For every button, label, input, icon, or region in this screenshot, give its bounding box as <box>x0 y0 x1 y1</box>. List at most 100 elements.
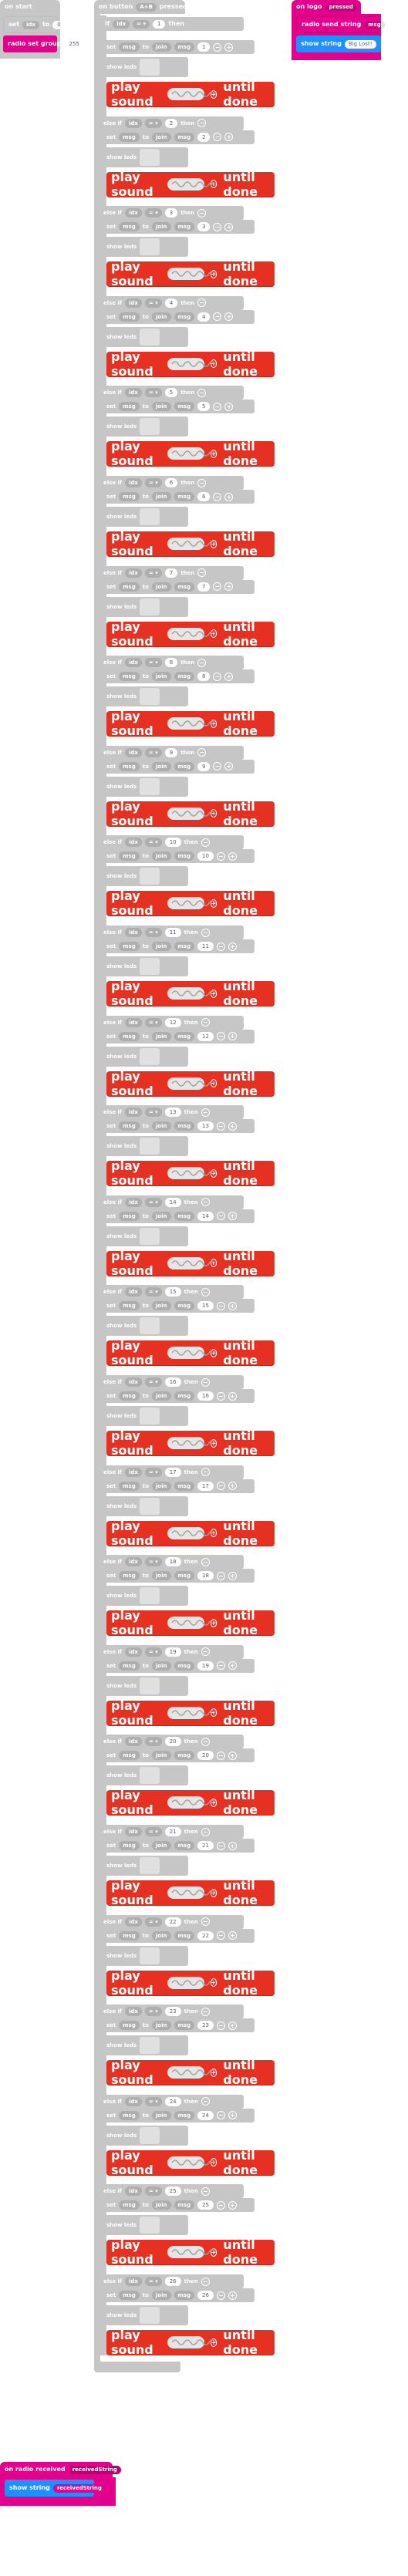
else-if-row[interactable]: else if idx = ▾ 5 then − <box>100 386 244 400</box>
join-value[interactable]: 23 <box>197 2021 214 2031</box>
else-if-row[interactable]: else if idx = ▾ 6 then − <box>100 476 244 490</box>
join-block[interactable]: join <box>151 1661 171 1671</box>
led-grid-icon[interactable] <box>140 1677 160 1694</box>
else-if-value[interactable]: 14 <box>164 1197 181 1207</box>
remove-icon[interactable]: − <box>201 1287 210 1296</box>
join-value[interactable]: 22 <box>197 1930 214 1940</box>
join-value[interactable]: 17 <box>197 1481 214 1491</box>
else-if-value[interactable]: 10 <box>164 838 181 848</box>
until-done-dropdown[interactable]: until done <box>223 1069 270 1098</box>
remove-icon[interactable]: − <box>197 388 207 397</box>
remove-icon[interactable]: − <box>216 2200 225 2210</box>
join-value[interactable]: 10 <box>197 851 214 861</box>
show-leds-row[interactable]: show leds <box>103 596 188 617</box>
set-msg-row[interactable]: set msg to join msg 23 − + <box>103 2018 255 2033</box>
sound-wave-icon[interactable] <box>167 2066 216 2079</box>
button-dropdown[interactable]: A+B <box>136 2 157 12</box>
op-dropdown[interactable]: = ▾ <box>133 19 150 29</box>
play-sound-block[interactable]: play sound + until done <box>106 2237 275 2267</box>
idx-var[interactable]: idx <box>124 2187 142 2197</box>
led-grid-icon[interactable] <box>140 1138 160 1155</box>
op-dropdown[interactable]: = ▾ <box>144 928 162 937</box>
else-if-value[interactable]: 16 <box>164 1377 181 1387</box>
sound-wave-icon[interactable] <box>167 1617 216 1630</box>
idx-var[interactable]: idx <box>124 2007 142 2017</box>
else-if-value[interactable]: 3 <box>164 208 178 218</box>
idx-var[interactable]: idx <box>124 118 142 128</box>
msg-var[interactable]: msg <box>119 1301 140 1311</box>
show-string-received-statement[interactable]: show string receivedString <box>5 2480 106 2497</box>
add-icon[interactable]: + <box>228 851 237 861</box>
op-dropdown[interactable]: = ▾ <box>144 1917 162 1927</box>
play-sound-block[interactable]: play sound + until done <box>106 1428 275 1458</box>
sound-wave-icon[interactable] <box>167 2156 216 2169</box>
else-if-value[interactable]: 13 <box>164 1108 181 1118</box>
idx-var[interactable]: idx <box>124 747 142 757</box>
led-grid-icon[interactable] <box>140 688 160 706</box>
remove-icon[interactable]: − <box>213 492 222 501</box>
led-grid-icon[interactable] <box>140 2126 160 2144</box>
sound-wave-icon[interactable] <box>167 1526 216 1539</box>
play-sound-block[interactable]: play sound + until done <box>106 1069 275 1098</box>
else-if-row[interactable]: else if idx = ▾ 11 then − <box>100 926 244 939</box>
led-grid-icon[interactable] <box>140 1947 160 1964</box>
set-msg-row[interactable]: set msg to join msg 14 − + <box>103 1209 255 1223</box>
join-value[interactable]: 7 <box>197 582 211 592</box>
show-leds-row[interactable]: show leds <box>103 1136 188 1157</box>
set-msg-row[interactable]: set msg to join msg 20 − + <box>103 1748 255 1763</box>
idx-var[interactable]: idx <box>124 478 142 487</box>
until-done-dropdown[interactable]: until done <box>223 1158 270 1188</box>
else-if-value[interactable]: 7 <box>164 568 178 578</box>
led-grid-icon[interactable] <box>140 1317 160 1335</box>
play-sound-block[interactable]: play sound + until done <box>106 1788 275 1817</box>
msg-var[interactable]: msg <box>119 402 140 412</box>
msg-var[interactable]: msg <box>174 1391 194 1401</box>
else-if-row[interactable]: else if idx = ▾ 17 then − <box>100 1465 244 1479</box>
idx-var[interactable]: idx <box>124 1827 142 1836</box>
idx-var[interactable]: idx <box>124 1017 142 1027</box>
idx-var[interactable]: idx <box>124 298 142 308</box>
join-value[interactable]: 25 <box>197 2200 214 2210</box>
else-if-row[interactable]: else if idx = ▾ 21 then − <box>100 1825 244 1839</box>
remove-icon[interactable]: − <box>216 1301 225 1310</box>
set-msg-row[interactable]: set msg to join msg 18 − + <box>103 1569 255 1583</box>
join-block[interactable]: join <box>151 851 171 861</box>
until-done-dropdown[interactable]: until done <box>223 619 270 649</box>
else-if-row[interactable]: else if idx = ▾ 15 then − <box>100 1285 244 1300</box>
join-block[interactable]: join <box>151 942 171 951</box>
msg-var[interactable]: msg <box>174 2291 194 2300</box>
remove-icon[interactable]: − <box>197 748 207 757</box>
join-block[interactable]: join <box>151 1841 171 1850</box>
join-block[interactable]: join <box>151 132 171 142</box>
msg-var[interactable]: msg <box>174 851 194 861</box>
sound-wave-icon[interactable] <box>167 1256 216 1269</box>
else-if-row[interactable]: else if idx = ▾ 2 then − <box>100 116 244 130</box>
idx-var[interactable]: idx <box>113 19 130 29</box>
add-icon[interactable]: + <box>224 672 234 681</box>
msg-var[interactable]: msg <box>119 222 140 232</box>
var-dropdown[interactable]: idx <box>22 20 39 29</box>
led-grid-icon[interactable] <box>140 148 160 166</box>
else-if-row[interactable]: else if idx = ▾ 14 then − <box>100 1195 244 1209</box>
until-done-dropdown[interactable]: until done <box>223 2328 270 2357</box>
remove-icon[interactable]: − <box>201 1737 210 1746</box>
led-grid-icon[interactable] <box>140 59 160 76</box>
show-leds-row[interactable]: show leds <box>103 1945 188 1966</box>
remove-icon[interactable]: − <box>201 1018 210 1027</box>
join-block[interactable]: join <box>151 2021 171 2031</box>
join-block[interactable]: join <box>151 1751 171 1761</box>
join-block[interactable]: join <box>151 312 171 322</box>
remove-icon[interactable]: − <box>201 1108 210 1117</box>
add-icon[interactable]: + <box>228 1841 237 1850</box>
remove-icon[interactable]: − <box>197 208 207 217</box>
op-dropdown[interactable]: = ▾ <box>144 298 162 308</box>
remove-icon[interactable]: − <box>197 568 207 578</box>
join-value[interactable]: 2 <box>197 132 211 142</box>
idx-var[interactable]: idx <box>124 1647 142 1657</box>
else-if-row[interactable]: else if idx = ▾ 3 then − <box>100 206 244 221</box>
until-done-dropdown[interactable]: until done <box>223 1698 270 1728</box>
until-done-dropdown[interactable]: until done <box>223 1608 270 1637</box>
play-sound-block[interactable]: play sound + until done <box>106 709 275 738</box>
show-leds-row[interactable]: show leds <box>103 686 188 707</box>
sound-wave-icon[interactable] <box>167 807 216 820</box>
